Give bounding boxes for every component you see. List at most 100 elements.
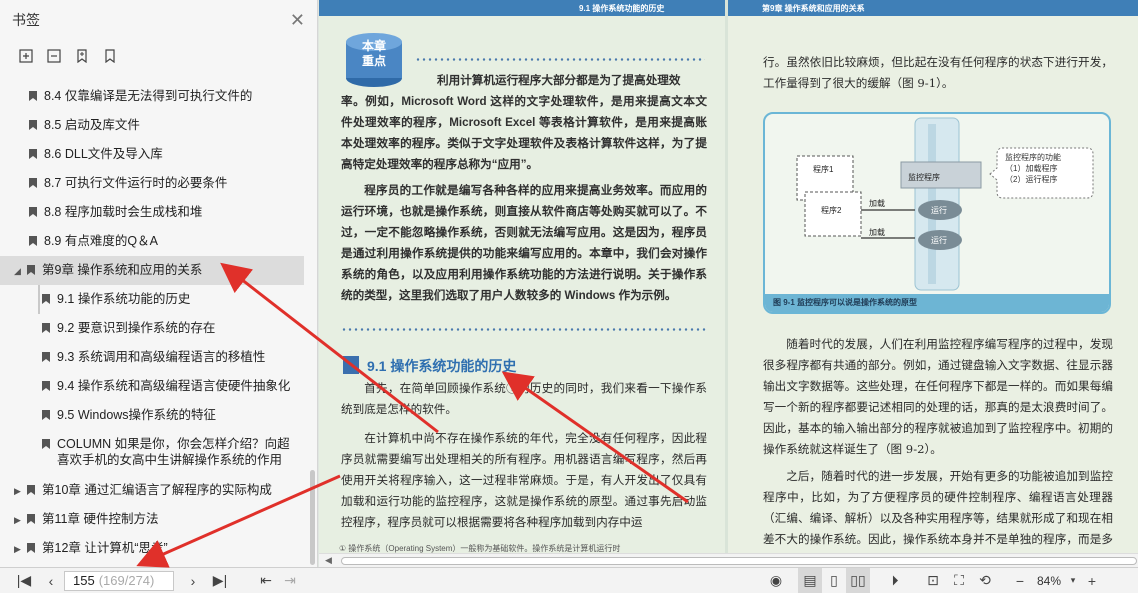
running-header: 第9章 操作系统和应用的关系	[762, 4, 865, 13]
figure-9-1: 程序1 程序2 监控程序 加载 加载 运行 运行 监控程序的功能 （1）加载程序…	[763, 112, 1111, 314]
figure-callout: 监控程序的功能 （1）加载程序 （2）运行程序	[1005, 153, 1061, 184]
toc-item[interactable]: 9.5 Windows操作系统的特征	[0, 401, 304, 430]
scroll-thumb[interactable]	[341, 557, 1137, 565]
toc-item[interactable]: 9.3 系统调用和高级编程语言的移植性	[0, 343, 304, 372]
chapter-key-points-badge: 本章 重点	[341, 30, 407, 90]
figure-label-program2: 程序2	[821, 206, 842, 215]
figure-label-run: 运行	[931, 236, 947, 245]
bookmarks-header: 书签 ✕	[0, 0, 317, 40]
dotted-divider	[415, 58, 705, 61]
toc-item[interactable]: 8.7 可执行文件运行时的必要条件	[0, 169, 304, 198]
continuous-scroll-icon[interactable]: ▤	[798, 567, 822, 593]
two-page-icon[interactable]: ▯▯	[846, 567, 870, 593]
fit-page-icon[interactable]: ⛶	[946, 568, 972, 593]
play-icon[interactable]: ⏵	[880, 568, 910, 593]
right-paragraph-3: 之后，随着时代的进一步发展，开始有更多的功能被追加到监控程序中，比如，为了方便程…	[763, 469, 1113, 567]
bookmark-icon	[28, 177, 38, 189]
eye-protection-icon[interactable]: ◉	[762, 568, 790, 593]
bookmark-tree: 8.4 仅靠编译是无法得到可执行文件的 8.5 启动及库文件 8.6 DLL文件…	[0, 82, 304, 563]
single-page-icon[interactable]: ▯	[822, 568, 846, 593]
figure-caption-bar: 图 9-1 监控程序可以说是操作系统的原型	[765, 294, 1109, 312]
bookmark-icon	[28, 148, 38, 160]
right-paragraph-1: 行。虽然依旧比较麻烦，但比起在没有任何程序的状态下进行开发，工作量得到了很大的缓…	[763, 55, 1113, 90]
bookmark-icon	[26, 542, 36, 554]
bookmark-icon	[41, 380, 51, 392]
document-view: 9.1 操作系统功能的历史 本章 重点 利用计算机运行程序大部分都是为了提高处理…	[319, 0, 1138, 567]
toc-item-chapter9[interactable]: ◢ 第9章 操作系统和应用的关系	[0, 256, 304, 285]
running-header: 9.1 操作系统功能的历史	[579, 4, 665, 13]
bottom-toolbar: |◀ ‹ 155 (169/274) › ▶| ⇤ ⇥ ◉ ▤ ▯ ▯▯ ⏵ ⊡…	[0, 567, 1138, 593]
dotted-divider	[341, 328, 707, 331]
zoom-in-icon[interactable]: +	[1080, 568, 1104, 593]
bookmark-icon	[28, 235, 38, 247]
figure-label-run: 运行	[931, 206, 947, 215]
toc-item[interactable]: COLUMN 如果是你，你会怎样介绍？向超喜欢手机的女高中生讲解操作系统的作用	[0, 430, 304, 476]
figure-label-monitor: 监控程序	[908, 173, 940, 182]
bookmark-toolbar	[0, 40, 317, 72]
zoom-dropdown-icon[interactable]: ▾	[1066, 568, 1080, 593]
figure-label-program1: 程序1	[813, 165, 834, 174]
toc-item[interactable]: 8.5 启动及库文件	[0, 111, 304, 140]
sidebar-scrollbar[interactable]	[310, 470, 315, 565]
bookmark-icon	[41, 438, 51, 450]
intro-paragraph-1: 率。例如，Microsoft Word 这样的文字处理软件，是用来提高文本文件处…	[341, 95, 707, 171]
bookmark-icon	[28, 206, 38, 218]
toc-item[interactable]: 8.6 DLL文件及导入库	[0, 140, 304, 169]
toc-item-chapter12[interactable]: ▶ 第12章 让计算机“思考”	[0, 534, 304, 563]
zoom-out-icon[interactable]: −	[1008, 568, 1032, 593]
section-marker	[343, 356, 359, 374]
forward-icon[interactable]: ⇥	[278, 568, 302, 593]
body-paragraph-2: 在计算机中尚不存在操作系统的年代，完全没有任何程序，因此程序员就需要编写出处理相…	[341, 431, 707, 529]
prev-page-icon[interactable]: ‹	[38, 568, 64, 593]
toc-item[interactable]: 8.8 程序加载时会生成栈和堆	[0, 198, 304, 227]
bookmark-icon	[41, 293, 51, 305]
scroll-left-icon[interactable]: ◀	[325, 555, 332, 566]
figure-label-load: 加载	[869, 199, 885, 208]
add-bookmark-icon[interactable]	[74, 48, 90, 64]
toc-item[interactable]: 8.9 有点难度的Q＆A	[0, 227, 304, 256]
bookmark-icon[interactable]	[102, 48, 118, 64]
bookmark-icon	[28, 119, 38, 131]
toc-item-chapter10[interactable]: ▶ 第10章 通过汇编语言了解程序的实际构成	[0, 476, 304, 505]
toc-item[interactable]: 9.1 操作系统功能的历史	[38, 285, 304, 314]
horizontal-scrollbar[interactable]: ◀	[319, 553, 1138, 567]
figure-label-load: 加载	[869, 228, 885, 237]
bookmark-icon	[26, 264, 36, 276]
bookmark-icon	[41, 409, 51, 421]
close-panel-button[interactable]: ✕	[290, 10, 305, 31]
intro-lead: 利用计算机运行程序大部分都是为了提高处理效	[437, 74, 681, 87]
back-icon[interactable]: ⇤	[254, 568, 278, 593]
toc-item[interactable]: 8.4 仅靠编译是无法得到可执行文件的	[0, 82, 304, 111]
figure-caption: 图 9-1 监控程序可以说是操作系统的原型	[773, 298, 918, 307]
expand-arrow-icon[interactable]: ▶	[14, 540, 26, 557]
bookmarks-title: 书签	[12, 12, 40, 28]
page-number-input[interactable]: 155 (169/274)	[64, 570, 174, 591]
bookmark-icon	[41, 351, 51, 363]
toc-item-chapter11[interactable]: ▶ 第11章 硬件控制方法	[0, 505, 304, 534]
toc-item[interactable]: 9.2 要意识到操作系统的存在	[0, 314, 304, 343]
bookmark-icon	[41, 322, 51, 334]
rotate-icon[interactable]: ⟲	[972, 568, 998, 593]
pdf-reader-window: 书签 ✕ 8.4 仅靠编译是无法得到可执行文件的 8.5 启动及库文件 8.6 …	[0, 0, 1138, 593]
first-page-icon[interactable]: |◀	[10, 568, 38, 593]
expand-arrow-icon[interactable]: ▶	[14, 482, 26, 499]
bookmarks-panel: 书签 ✕ 8.4 仅靠编译是无法得到可执行文件的 8.5 启动及库文件 8.6 …	[0, 0, 318, 567]
bookmark-icon	[28, 90, 38, 102]
bookmark-icon	[26, 513, 36, 525]
collapse-arrow-icon[interactable]: ◢	[14, 262, 26, 279]
last-page-icon[interactable]: ▶|	[206, 568, 234, 593]
actual-size-icon[interactable]: ⊡	[920, 568, 946, 593]
expand-all-icon[interactable]	[18, 48, 34, 64]
next-page-icon[interactable]: ›	[180, 568, 206, 593]
page-header-band: 9.1 操作系统功能的历史	[319, 0, 725, 16]
expand-arrow-icon[interactable]: ▶	[14, 511, 26, 528]
collapse-all-icon[interactable]	[46, 48, 62, 64]
page-right: 第9章 操作系统和应用的关系 行。虽然依旧比较麻烦，但比起在没有任何程序的状态下…	[728, 0, 1138, 567]
section-heading: 9.1 操作系统功能的历史	[367, 358, 517, 374]
page-header-band: 第9章 操作系统和应用的关系	[728, 0, 1138, 16]
body-paragraph-1: 首先，在简单回顾操作系统①的历史的同时，我们来看一下操作系统到底是怎样的软件。	[341, 381, 707, 416]
intro-paragraph-2: 程序员的工作就是编写各种各样的应用来提高业务效率。而应用的运行环境，也就是操作系…	[341, 184, 707, 302]
bookmark-icon	[26, 484, 36, 496]
zoom-level[interactable]: 84%	[1032, 568, 1066, 593]
toc-item[interactable]: 9.4 操作系统和高级编程语言使硬件抽象化	[0, 372, 304, 401]
